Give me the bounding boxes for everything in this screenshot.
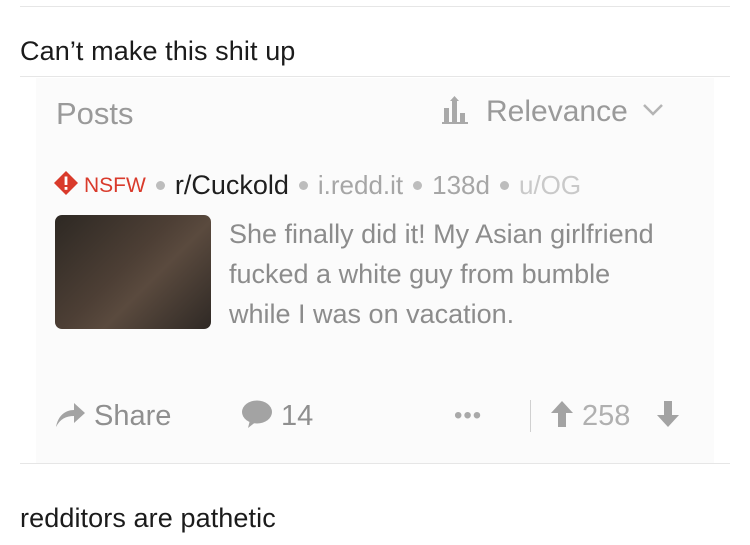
subreddit-link[interactable]: r/Cuckold [175, 170, 289, 201]
caption-divider [20, 76, 730, 77]
post-age: 138d [432, 170, 490, 200]
bottom-caption: redditors are pathetic [20, 503, 276, 533]
posts-tab[interactable]: Posts [56, 96, 134, 132]
meta-separator [499, 181, 509, 190]
downvote-icon [656, 400, 680, 433]
sort-icon [442, 95, 470, 129]
score: 258 [582, 399, 631, 432]
post-thumbnail[interactable] [55, 215, 211, 329]
results-header: Posts Relevance [36, 78, 714, 138]
comment-count: 14 [281, 399, 314, 432]
comment-icon [241, 399, 273, 434]
reddit-screenshot: Posts Relevance NSFW r/Cuckold i.redd.it… [36, 78, 714, 463]
more-options-button[interactable]: ••• [454, 396, 482, 436]
author-link[interactable]: u/OG [519, 170, 581, 201]
upvote-icon [550, 400, 574, 433]
downvote-button[interactable] [656, 396, 680, 436]
post-actions: Share 14 ••• 258 [54, 396, 694, 436]
share-label: Share [94, 399, 172, 432]
meta-separator [298, 181, 308, 190]
share-button[interactable]: Share [54, 396, 171, 436]
nsfw-warning-icon [54, 171, 78, 200]
sort-dropdown[interactable]: Relevance [442, 94, 664, 130]
upvote-button[interactable]: 258 [550, 396, 630, 436]
sort-label: Relevance [486, 95, 628, 128]
meta-separator [413, 181, 423, 190]
comments-button[interactable]: 14 [241, 396, 313, 436]
top-caption: Can’t make this shit up [20, 36, 296, 66]
actions-divider [530, 400, 531, 432]
post-meta: NSFW r/Cuckold i.redd.it 138d u/OG [54, 170, 581, 201]
meta-separator [155, 181, 165, 190]
post-title[interactable]: She finally did it! My Asian girlfriend … [229, 214, 679, 334]
post-domain[interactable]: i.redd.it [318, 170, 403, 201]
top-divider [20, 6, 730, 7]
bottom-divider [20, 463, 730, 464]
more-icon: ••• [454, 402, 483, 429]
share-arrow-icon [54, 400, 86, 433]
chevron-down-icon [642, 103, 664, 122]
nsfw-label: NSFW [84, 173, 146, 197]
